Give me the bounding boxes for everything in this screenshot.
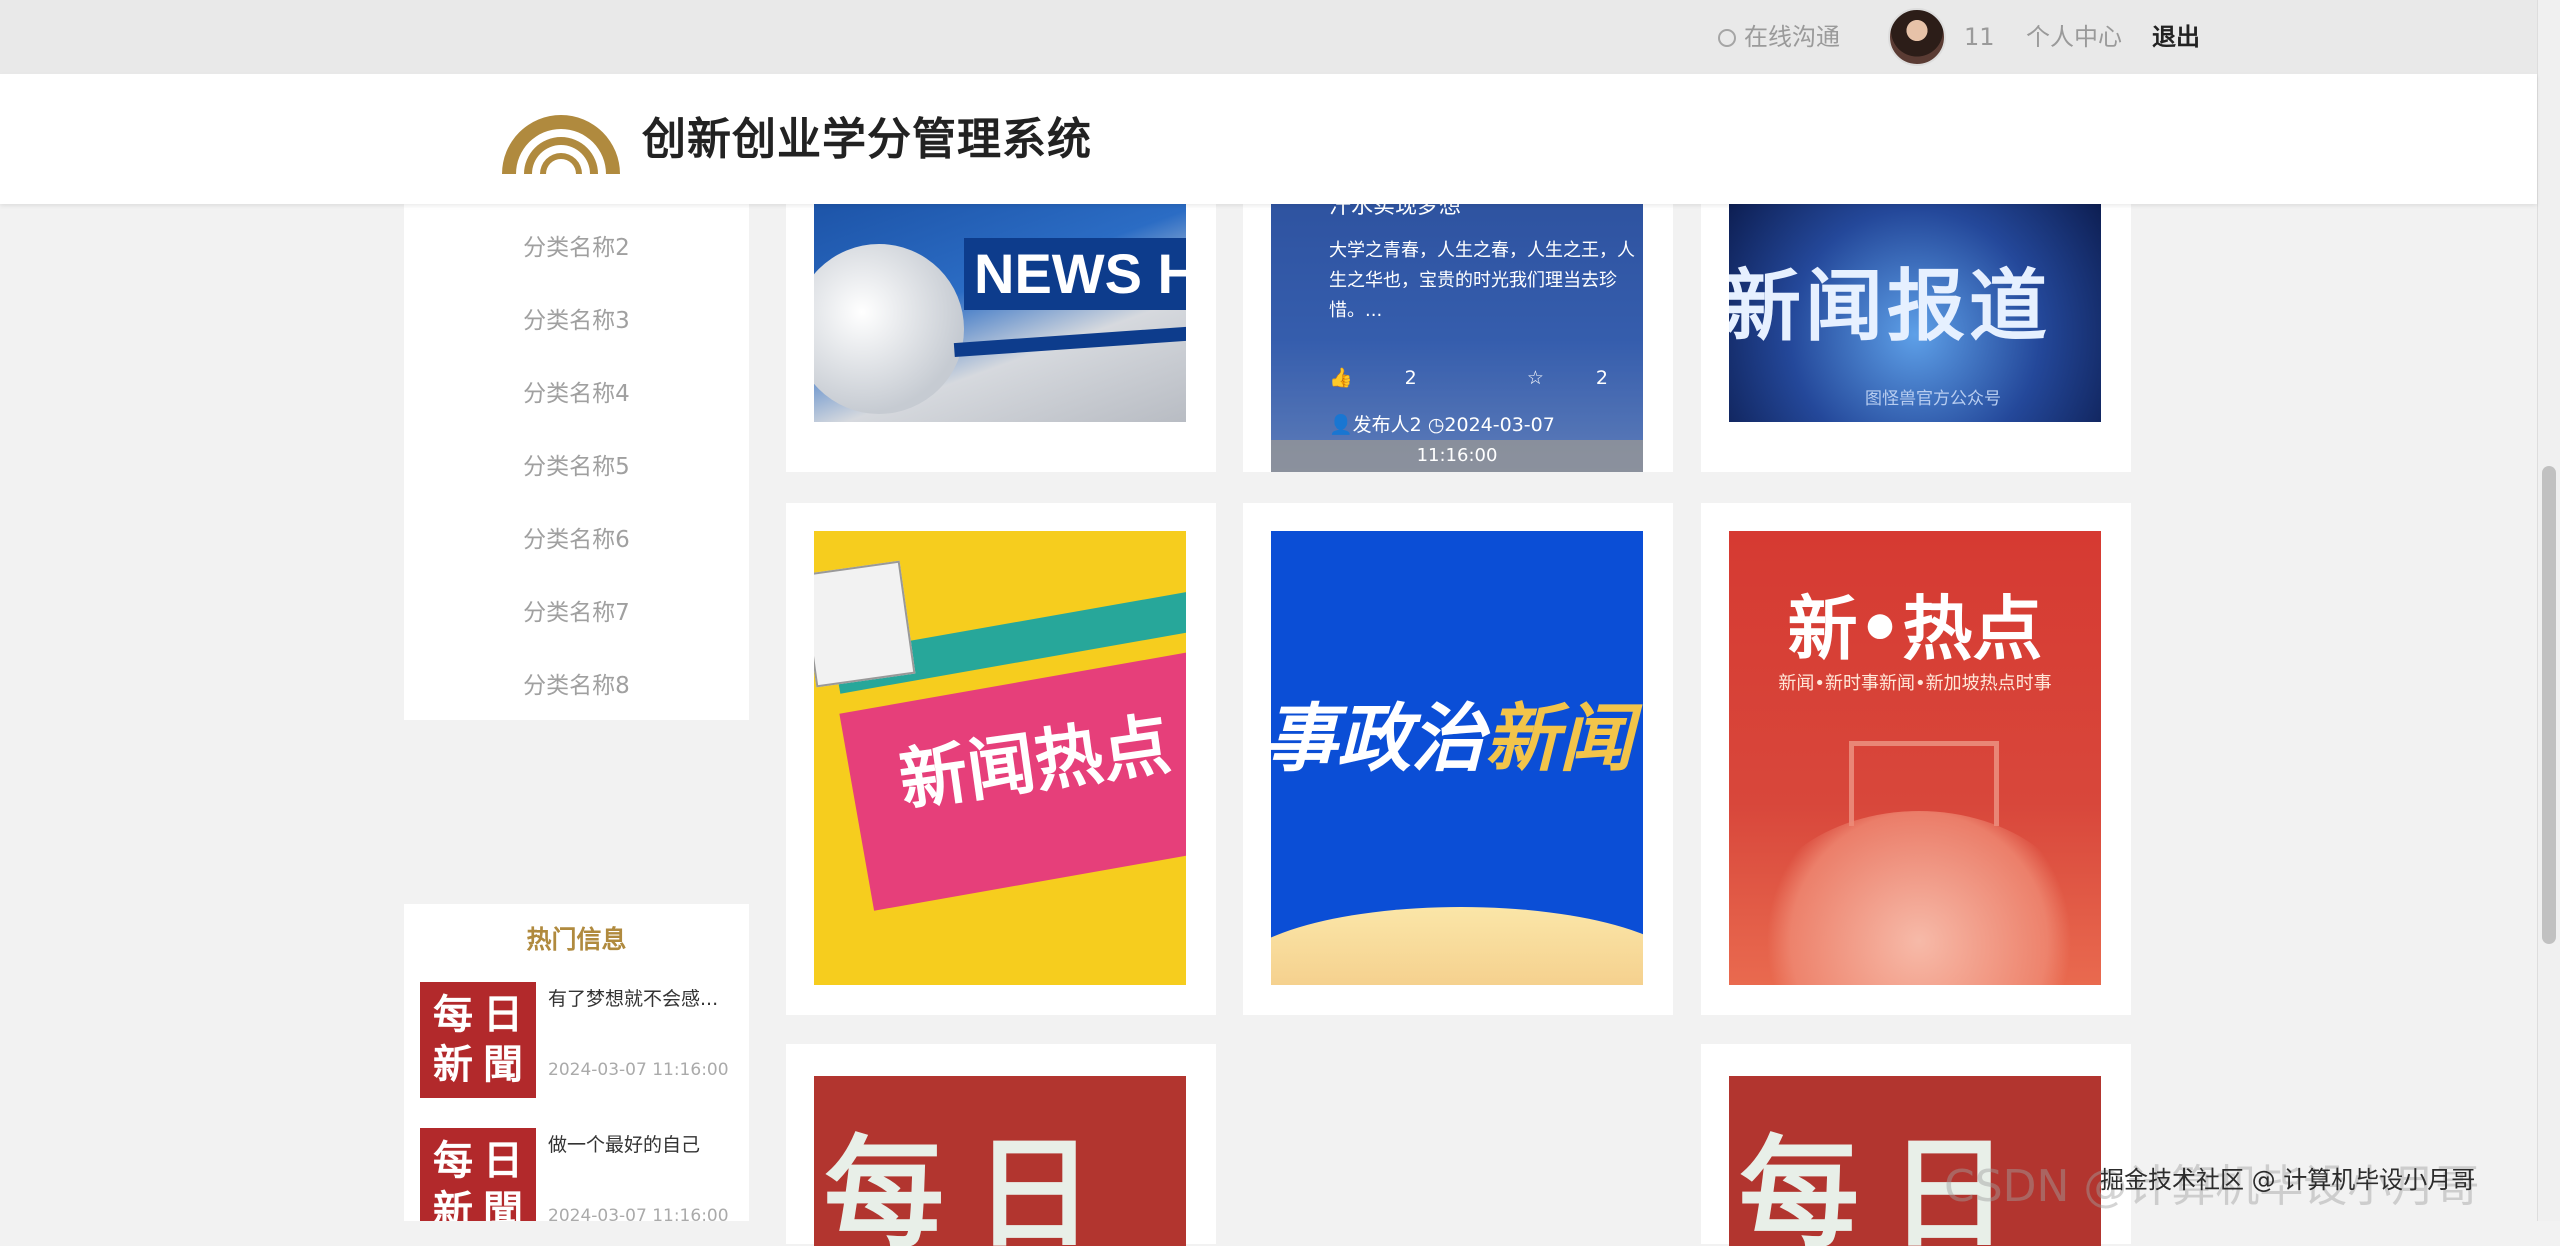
news-banner-text: NEWS H [964,238,1186,310]
site-title[interactable]: 创新创业学分管理系统 [642,112,1092,168]
news-card-image[interactable]: 汗水实现梦想 大学之青春，人生之春，人生之王，人生之华也，宝贵的时光我们理当去珍… [1271,180,1643,472]
news-card[interactable]: NEWS H [786,180,1216,472]
logout-link[interactable]: 退出 [2152,0,2200,74]
report-subtext: 图怪兽官方公众号 [1865,389,2001,409]
online-chat-label: 在线沟通 [1744,23,1840,51]
online-chat-link[interactable]: 在线沟通 [1718,0,1840,74]
chat-icon [1718,29,1736,47]
page-scrollbar[interactable] [2537,0,2560,1221]
like-count-value: 2 [1404,367,1417,389]
hot-info-item[interactable]: 每日新聞 有了梦想就不会感... 2024-03-07 11:16:00 [420,982,740,1102]
thumb-char: 日 [483,991,523,1038]
stripe-graphic [953,324,1186,358]
publisher: 发布人2 [1352,414,1422,436]
category-item[interactable]: 分类名称5 [404,431,749,504]
favorite-count: ☆ 2 [1527,367,1643,389]
hot-info-item[interactable]: 每日新聞 做一个最好的自己 2024-03-07 11:16:00 [420,1128,740,1221]
category-item[interactable]: 分类名称7 [404,577,749,650]
thumb-char: 日 [483,1137,523,1184]
favorite-count-value: 2 [1595,367,1608,389]
globe-graphic [1749,811,2089,985]
card-stats: 👍2 ☆2 ▤2 [1329,366,1643,389]
thumb-char: 每 [433,991,473,1038]
newspaper-graphic [814,560,916,688]
category-item[interactable]: 分类名称6 [404,504,749,577]
news-card[interactable]: 新•热点 新闻•新时事新闻•新加坡热点时事 [1701,503,2131,1015]
hot-info-text[interactable]: 有了梦想就不会感... [548,984,738,1011]
hot-info-thumbnail[interactable]: 每日新聞 [420,982,536,1098]
hot-info-title: 热门信息 [526,925,627,954]
thumbs-up-icon: 👍 [1329,367,1353,389]
hot-info-date: 2024-03-07 11:16:00 [548,1060,729,1080]
news-card-image[interactable]: NEWS H [814,204,1186,422]
thumb-char: 每 [433,1137,473,1184]
publish-date: 2024-03-07 [1444,414,1555,436]
avatar[interactable] [1888,8,1946,66]
news-card[interactable]: 每日 [786,1044,1216,1246]
news-card-hovered[interactable]: 汗水实现梦想 大学之青春，人生之春，人生之王，人生之华也，宝贵的时光我们理当去珍… [1243,180,1673,472]
hot-info-thumbnail[interactable]: 每日新聞 [420,1128,536,1221]
card-meta: 👤发布人2 ◷2024-03-07 [1329,410,1555,437]
hot-info-panel: 热门信息 每日新聞 有了梦想就不会感... 2024-03-07 11:16:0… [404,904,749,1221]
clock-icon: ◷ [1427,414,1445,436]
red-card-title: 新•热点 [1787,587,2043,670]
personal-center-link[interactable]: 个人中心 [2026,0,2122,74]
user-icon: 👤 [1329,414,1353,436]
category-item[interactable]: 分类名称4 [404,358,749,431]
hot-info-date: 2024-03-07 11:16:00 [548,1206,729,1221]
news-card-image[interactable]: 新闻热点 [814,531,1186,985]
thumb-char: 聞 [483,1041,523,1088]
politics-text-yellow: 新闻 [1485,696,1633,782]
daily-news-text: 每日 [824,1123,1124,1246]
category-sidebar: 分类名称2 分类名称3 分类名称4 分类名称5 分类名称6 分类名称7 分类名称… [404,204,749,720]
scrollbar-thumb[interactable] [2542,466,2556,944]
news-card[interactable]: 每日 [1701,1044,2131,1246]
user-id: 11 [1964,23,1995,51]
thumb-char: 新 [433,1041,473,1088]
logo-icon[interactable] [496,100,626,176]
news-card-image[interactable]: 新闻报道 图怪兽官方公众号 [1729,204,2101,422]
red-card-subtitle: 新闻•新时事新闻•新加坡热点时事 [1778,673,2052,694]
overlay-watermark: 掘金技术社区 @ 计算机毕设小月哥 [2100,1166,2476,1194]
news-card[interactable]: 新闻报道 图怪兽官方公众号 [1701,180,2131,472]
hot-info-text[interactable]: 做一个最好的自己 [548,1130,738,1157]
politics-text: 事政治新闻 [1271,679,1633,786]
thumb-char: 新 [433,1187,473,1221]
thumb-char: 聞 [483,1187,523,1221]
site-header: 创新创业学分管理系统 [0,74,2537,204]
report-text: 新闻报道 [1729,262,2052,352]
globe-graphic [814,244,964,414]
top-bar: 在线沟通 11 个人中心 退出 [0,0,2560,74]
bottom-wave-graphic [1271,907,1643,985]
publish-time: 11:16:00 [1271,440,1643,472]
news-card[interactable]: 新闻热点 [786,503,1216,1015]
politics-text-white: 事政治 [1271,696,1485,782]
card-description: 大学之青春，人生之春，人生之王，人生之华也，宝贵的时光我们理当去珍惜。... [1329,240,1635,321]
news-card[interactable]: 事政治新闻 [1243,503,1673,1015]
category-item[interactable]: 分类名称3 [404,285,749,358]
star-icon: ☆ [1526,367,1544,389]
news-card-image[interactable]: 事政治新闻 [1271,531,1643,985]
category-item[interactable]: 分类名称8 [404,650,749,723]
category-item[interactable]: 分类名称2 [404,212,749,285]
like-count: 👍 2 [1329,367,1469,389]
news-card-image[interactable]: 新•热点 新闻•新时事新闻•新加坡热点时事 [1729,531,2101,985]
